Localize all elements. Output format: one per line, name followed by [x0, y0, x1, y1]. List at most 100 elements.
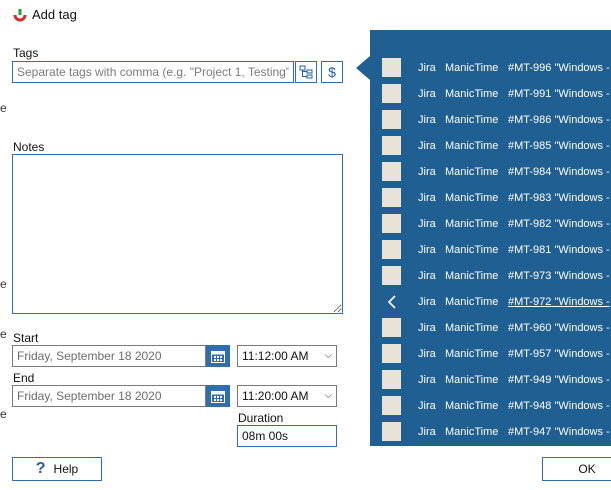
suggestion-text: #MT-972 "Windows -	[508, 296, 610, 308]
suggestion-row[interactable]: Jira ManicTime #MT-983 "Windows -	[370, 185, 611, 211]
suggestions-list: Jira ManicTime #MT-996 "Windows - Jira Manic…	[370, 55, 611, 445]
flyout-pointer	[356, 56, 370, 80]
chevron-down-icon: ⌵	[324, 390, 332, 401]
tags-label: Tags	[13, 46, 39, 60]
suggestion-source: Jira	[418, 218, 436, 230]
suggestion-row[interactable]: Jira ManicTime #MT-973 "Windows -	[370, 263, 611, 289]
suggestion-row[interactable]: Jira ManicTime #MT-985 "Windows -	[370, 133, 611, 159]
suggestion-source: Jira	[418, 296, 436, 308]
question-icon: ?	[35, 460, 46, 477]
calendar-icon	[211, 350, 225, 363]
suggestion-row[interactable]: Jira ManicTime #MT-996 "Windows -	[370, 55, 611, 81]
suggestion-app: ManicTime	[445, 270, 499, 282]
manictime-logo-icon	[13, 9, 27, 22]
duration-label: Duration	[238, 411, 284, 425]
notes-textarea[interactable]	[12, 154, 343, 314]
suggestion-row[interactable]: Jira ManicTime #MT-948 "Windows -	[370, 393, 611, 419]
tag-picker-button[interactable]	[295, 61, 317, 83]
suggestion-text: #MT-947 "Windows -	[508, 426, 610, 438]
start-time-select[interactable]: 11:12:00 AM ⌵	[237, 345, 337, 367]
suggestion-app: ManicTime	[445, 140, 499, 152]
suggestion-source: Jira	[418, 348, 436, 360]
suggestion-text: #MT-957 "Windows -	[508, 348, 610, 360]
suggestion-row[interactable]: Jira ManicTime #MT-984 "Windows -	[370, 159, 611, 185]
start-time-value: 11:12:00 AM	[242, 349, 309, 363]
suggestion-app: ManicTime	[445, 400, 499, 412]
tag-suggestions-panel: Jira ManicTime #MT-996 "Windows - Jira Manic…	[370, 30, 611, 446]
edge-char: e	[0, 327, 7, 341]
suggestion-source: Jira	[418, 426, 436, 438]
suggestion-checkbox[interactable]	[382, 136, 401, 155]
ok-button[interactable]: OK	[542, 457, 611, 481]
suggestion-row[interactable]: Jira ManicTime #MT-982 "Windows -	[370, 211, 611, 237]
suggestion-checkbox[interactable]	[382, 266, 401, 285]
end-label: End	[13, 371, 35, 385]
suggestion-row[interactable]: Jira ManicTime #MT-991 "Windows -	[370, 81, 611, 107]
dollar-icon: $	[328, 64, 336, 80]
suggestion-app: ManicTime	[445, 218, 499, 230]
suggestion-app: ManicTime	[445, 322, 499, 334]
suggestion-row[interactable]: Jira ManicTime #MT-960 "Windows -	[370, 315, 611, 341]
suggestion-app: ManicTime	[445, 348, 499, 360]
end-time-select[interactable]: 11:20:00 AM ⌵	[237, 385, 337, 407]
suggestion-text: #MT-991 "Windows -	[508, 88, 610, 100]
suggestion-checkbox[interactable]	[382, 344, 401, 363]
suggestion-source: Jira	[418, 166, 436, 178]
suggestion-text: #MT-996 "Windows -	[508, 62, 610, 74]
billable-button[interactable]: $	[321, 61, 343, 83]
calendar-icon	[211, 390, 225, 403]
end-date-field[interactable]: Friday, September 18 2020	[12, 385, 206, 407]
suggestion-text: #MT-985 "Windows -	[508, 140, 610, 152]
suggestion-row[interactable]: Jira ManicTime #MT-957 "Windows -	[370, 341, 611, 367]
suggestion-source: Jira	[418, 374, 436, 386]
suggestion-app: ManicTime	[445, 374, 499, 386]
suggestion-app: ManicTime	[445, 244, 499, 256]
suggestion-checkbox[interactable]	[382, 58, 401, 77]
suggestion-row[interactable]: Jira ManicTime #MT-981 "Windows -	[370, 237, 611, 263]
edge-char: e	[0, 407, 7, 421]
suggestion-checkbox[interactable]	[382, 318, 401, 337]
suggestion-app: ManicTime	[445, 114, 499, 126]
suggestion-text: #MT-960 "Windows -	[508, 322, 610, 334]
suggestion-row[interactable]: Jira ManicTime #MT-949 "Windows -	[370, 367, 611, 393]
help-button[interactable]: ? Help	[12, 457, 102, 481]
start-date-field[interactable]: Friday, September 18 2020	[12, 345, 206, 367]
suggestion-source: Jira	[418, 114, 436, 126]
suggestion-checkbox[interactable]	[382, 84, 401, 103]
chevron-left-icon[interactable]	[382, 292, 401, 311]
suggestion-app: ManicTime	[445, 192, 499, 204]
left-edge-overflow: e e e e	[0, 30, 8, 490]
start-calendar-button[interactable]	[206, 345, 230, 367]
tag-tree-icon	[299, 65, 313, 79]
suggestion-text: #MT-982 "Windows -	[508, 218, 610, 230]
suggestion-checkbox[interactable]	[382, 162, 401, 181]
suggestion-source: Jira	[418, 192, 436, 204]
suggestion-row[interactable]: Jira ManicTime #MT-986 "Windows -	[370, 107, 611, 133]
suggestion-source: Jira	[418, 62, 436, 74]
suggestion-source: Jira	[418, 400, 436, 412]
notes-label: Notes	[13, 140, 45, 154]
suggestion-checkbox[interactable]	[382, 370, 401, 389]
suggestion-text: #MT-984 "Windows -	[508, 166, 610, 178]
suggestion-checkbox[interactable]	[382, 214, 401, 233]
suggestion-checkbox[interactable]	[382, 188, 401, 207]
suggestion-checkbox[interactable]	[382, 396, 401, 415]
edge-char: e	[0, 101, 7, 115]
suggestion-source: Jira	[418, 322, 436, 334]
duration-field[interactable]: 08m 00s	[237, 425, 337, 447]
edge-char: e	[0, 277, 7, 291]
suggestion-source: Jira	[418, 140, 436, 152]
suggestion-text: #MT-948 "Windows -	[508, 400, 610, 412]
suggestion-app: ManicTime	[445, 62, 499, 74]
suggestion-checkbox[interactable]	[382, 110, 401, 129]
suggestion-source: Jira	[418, 88, 436, 100]
suggestion-checkbox[interactable]	[382, 240, 401, 259]
suggestion-row[interactable]: Jira ManicTime #MT-972 "Windows -	[370, 289, 611, 315]
help-label: Help	[53, 462, 79, 476]
tags-input[interactable]	[12, 61, 294, 83]
end-calendar-button[interactable]	[206, 385, 230, 407]
window-title: Add tag	[32, 7, 77, 22]
suggestion-checkbox[interactable]	[382, 422, 401, 441]
suggestion-row[interactable]: Jira ManicTime #MT-947 "Windows -	[370, 419, 611, 445]
suggestion-text: #MT-986 "Windows -	[508, 114, 610, 126]
